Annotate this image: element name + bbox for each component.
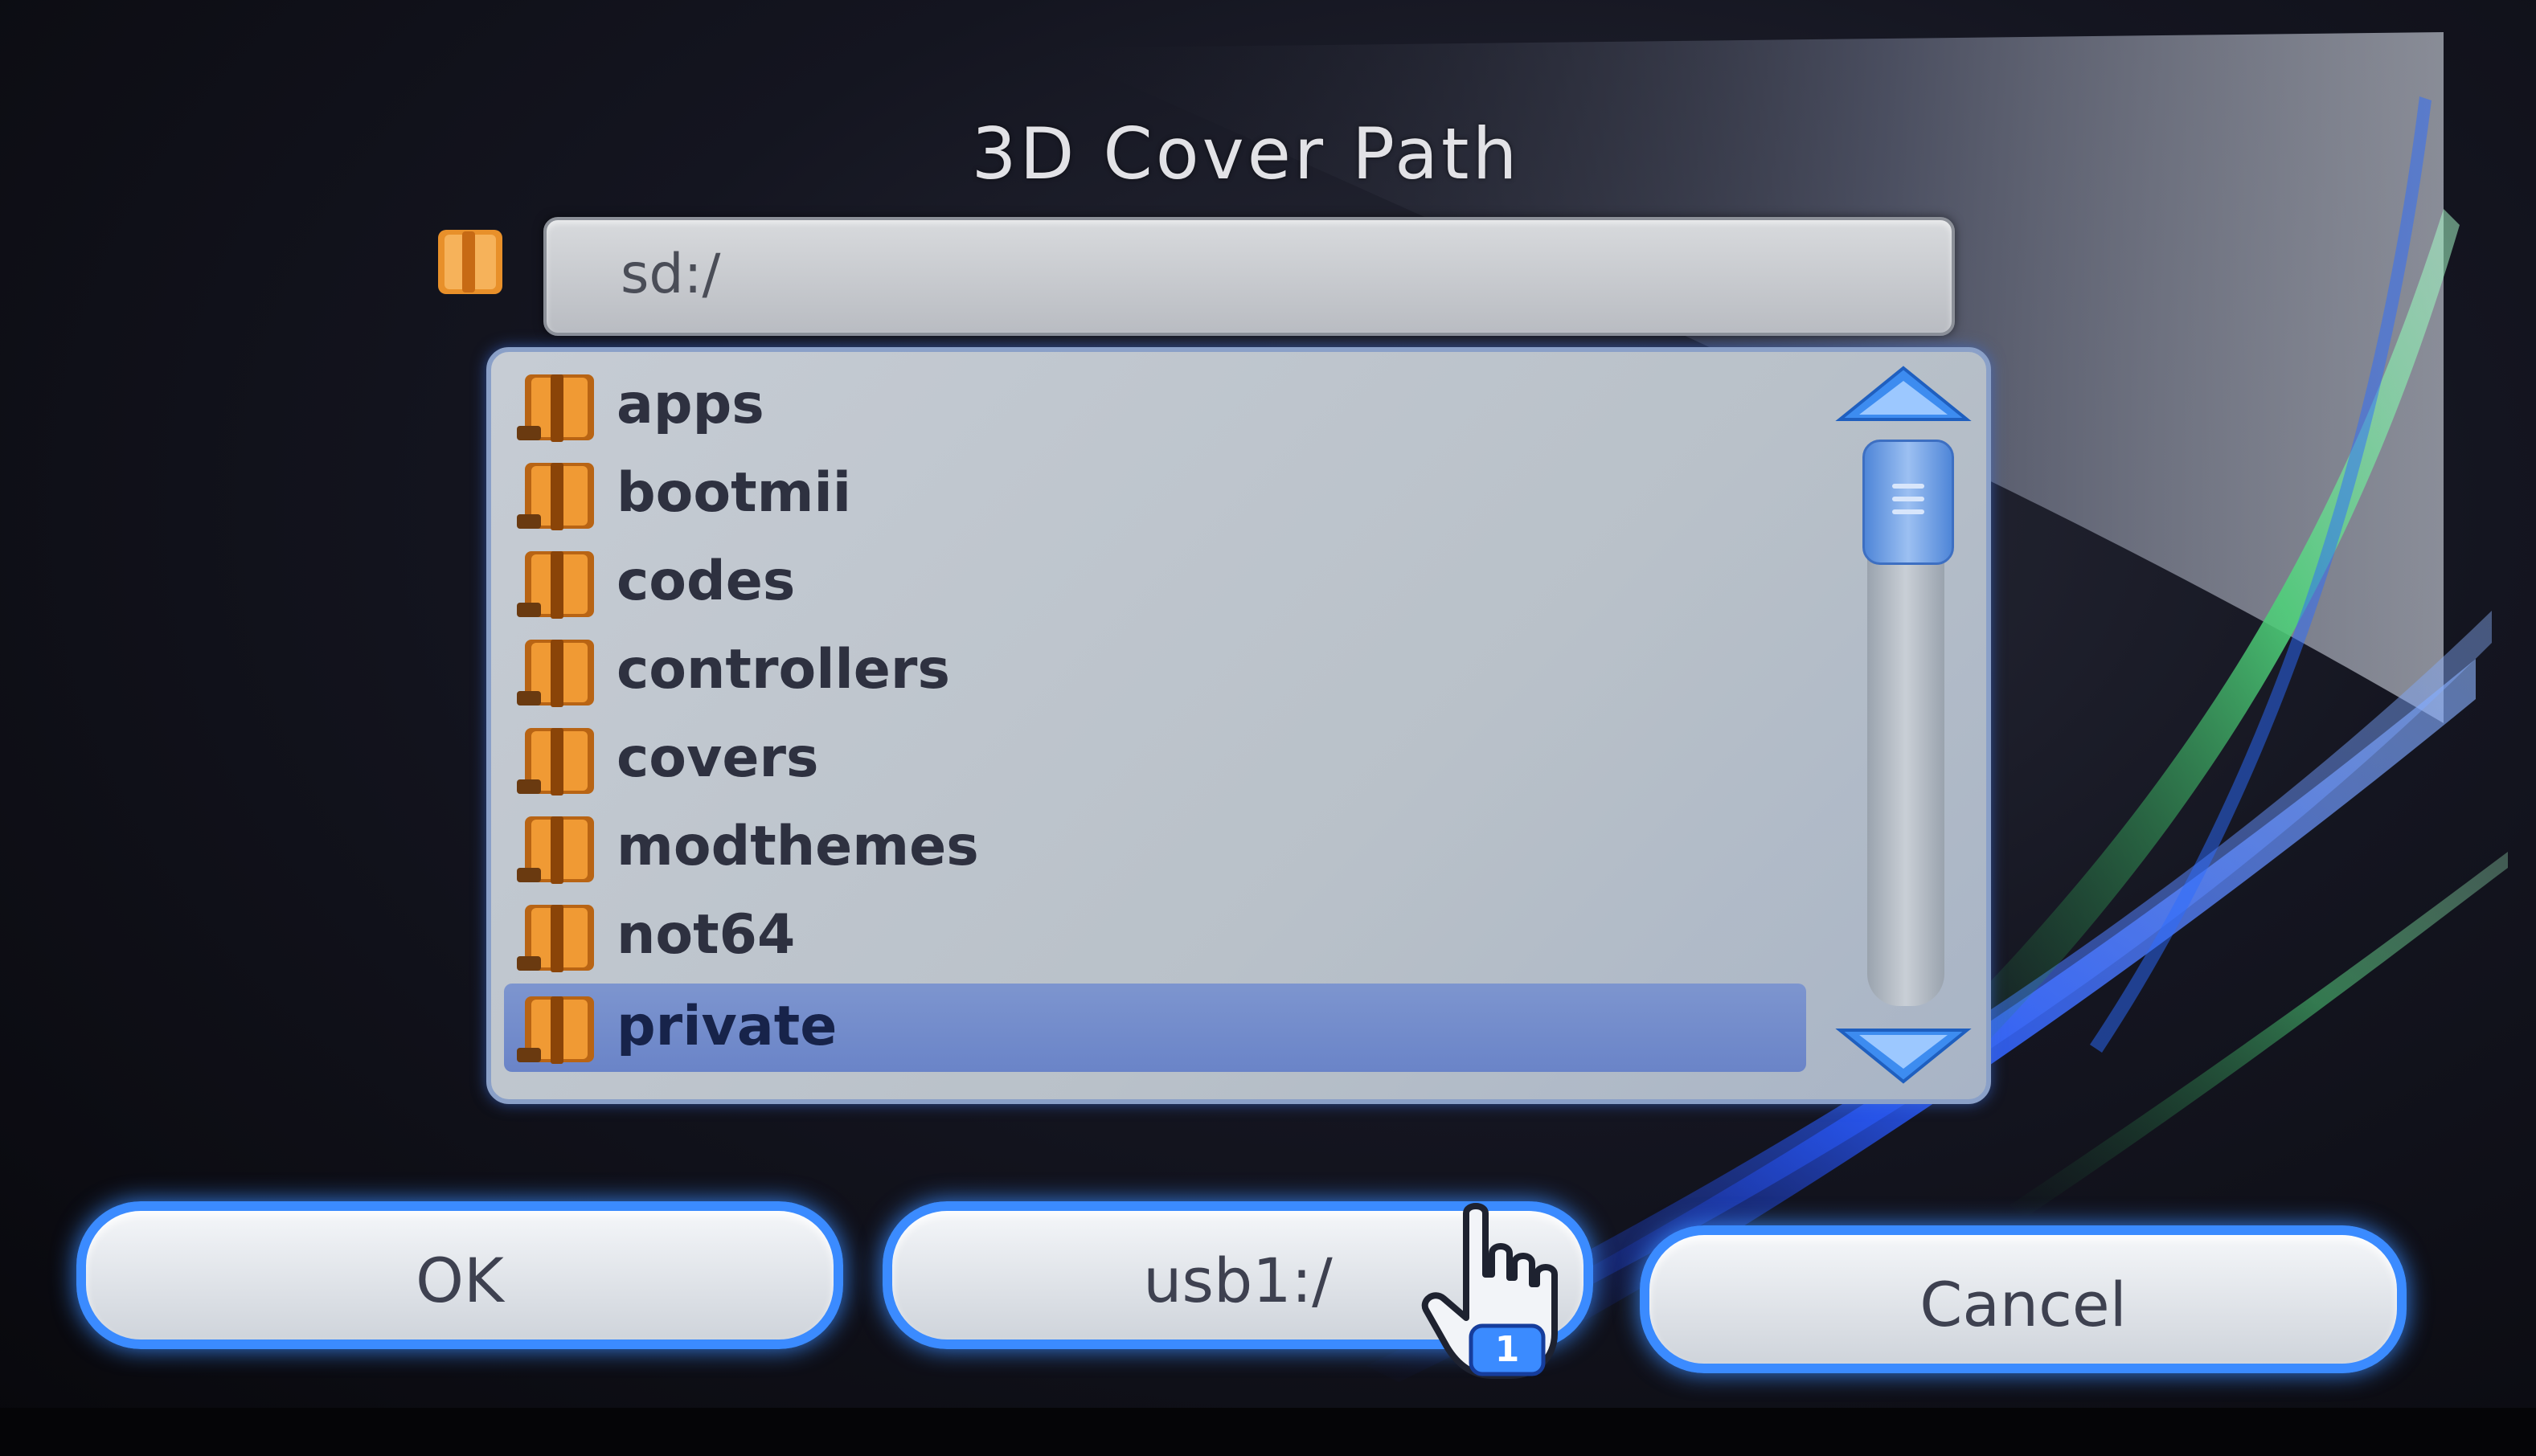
list-item-label: modthemes <box>617 815 979 878</box>
list-item[interactable]: controllers <box>504 627 1806 715</box>
dialog-title: 3D Cover Path <box>971 112 1521 195</box>
list-item[interactable]: apps <box>504 362 1806 450</box>
list-item-selected[interactable]: private <box>504 984 1806 1072</box>
list-item-label: bootmii <box>617 461 852 525</box>
ok-button[interactable]: OK <box>76 1201 843 1349</box>
list-item-label: apps <box>617 373 764 436</box>
scrollbar[interactable] <box>1835 363 1972 1086</box>
hand-pointer-icon: 1 <box>1421 1203 1558 1379</box>
scroll-thumb[interactable] <box>1862 440 1954 565</box>
scroll-down-arrow-icon[interactable] <box>1835 1006 1972 1086</box>
list-item-label: controllers <box>617 638 950 701</box>
folder-icon <box>517 816 594 884</box>
cancel-button-label: Cancel <box>1919 1269 2127 1340</box>
folder-icon <box>517 463 594 530</box>
folder-icon <box>517 996 594 1064</box>
list-item[interactable]: covers <box>504 715 1806 804</box>
ok-button-label: OK <box>416 1245 504 1316</box>
list-item-label: covers <box>617 726 819 790</box>
cancel-button[interactable]: Cancel <box>1640 1225 2407 1373</box>
list-item[interactable]: modthemes <box>504 804 1806 892</box>
folder-icon <box>517 728 594 795</box>
tv-bezel <box>0 1408 2536 1456</box>
folder-icon <box>517 551 594 619</box>
list-item[interactable]: codes <box>504 538 1806 627</box>
folder-icon <box>517 905 594 972</box>
scroll-up-arrow-icon[interactable] <box>1835 363 1972 444</box>
current-path-text: sd:/ <box>621 243 721 306</box>
wii-screen: 3D Cover Path sd:/ apps bootmii codes co… <box>0 0 2536 1456</box>
list-item-label: not64 <box>617 903 796 967</box>
folder-icon <box>438 230 502 294</box>
folder-icon <box>517 640 594 707</box>
list-item[interactable]: not64 <box>504 892 1806 980</box>
file-list[interactable]: apps bootmii codes controllers covers mo… <box>486 347 1991 1104</box>
player-number: 1 <box>1495 1329 1520 1370</box>
list-item-label: codes <box>617 550 796 613</box>
folder-icon <box>517 374 594 442</box>
list-item-label: private <box>617 995 838 1058</box>
path-field[interactable]: sd:/ <box>543 217 1955 336</box>
list-item[interactable]: bootmii <box>504 450 1806 538</box>
